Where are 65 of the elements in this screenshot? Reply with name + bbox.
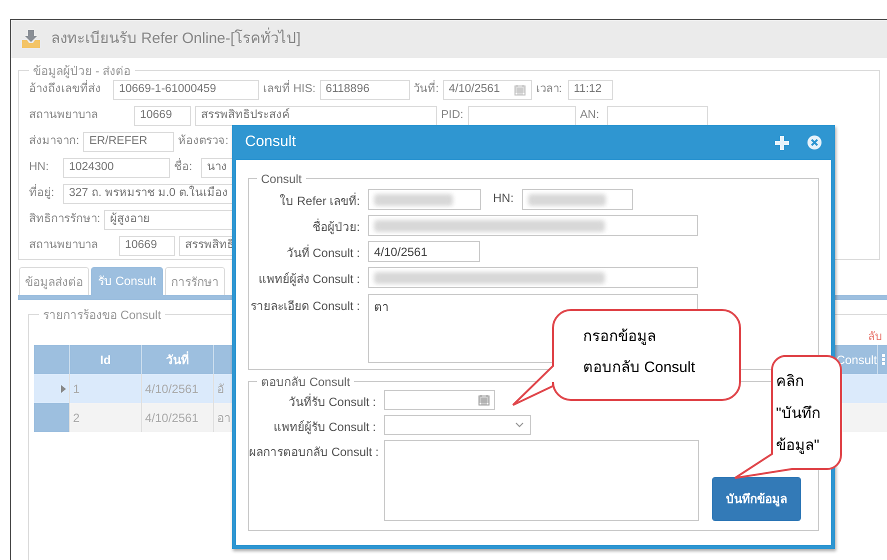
input-field[interactable]: 6118896 (320, 80, 410, 100)
input-field[interactable] (368, 189, 481, 210)
date-value: 4/10/2561 (448, 82, 500, 98)
field-label: เลขที่ HIS: (263, 81, 316, 99)
field-label: สิทธิการรักษา: (29, 212, 100, 228)
group-legend: ข้อมูลผู้ป่วย - ส่งต่อ (29, 62, 135, 80)
close-icon[interactable] (807, 135, 822, 150)
field-label: HN: (29, 160, 50, 176)
tab[interactable]: ข้อมูลส่งต่อ (19, 267, 89, 295)
table-cell-text: อา (217, 410, 231, 426)
field-label: ห้องตรวจ: (178, 134, 228, 150)
field-label: เวลา: (536, 82, 563, 98)
field-label: ใบ Refer เลขที่: (278, 192, 360, 210)
field-label: แพทย์ผู้รับ Consult : (272, 419, 376, 436)
calendar-icon[interactable] (514, 84, 526, 96)
input-field[interactable]: 10669 (134, 106, 191, 126)
field-label: AN: (580, 108, 600, 124)
calendar-icon[interactable] (478, 394, 490, 406)
field-label: สถานพยาบาล (29, 238, 99, 254)
field-label: วันที่ Consult : (285, 244, 360, 262)
field-label: แพทย์ผู้ส่ง Consult : (257, 271, 360, 288)
dropdown[interactable] (384, 415, 531, 435)
current-row-icon (61, 384, 66, 392)
note-text: ลับ (868, 330, 882, 344)
table-cell-text: 4/10/2561 (145, 380, 198, 398)
field-label: ชื่อ: (174, 159, 197, 177)
field-label: PID: (441, 108, 464, 124)
input-field[interactable]: 10669 (119, 236, 175, 256)
field-label: ส่งมาจาก: (29, 134, 80, 150)
field-label: ชื่อผู้ป่วย: (312, 218, 360, 236)
tab[interactable]: การรักษา (165, 267, 226, 295)
field-label: วันที่รับ Consult : (287, 392, 376, 411)
input-field[interactable]: 4/10/2561 (368, 241, 480, 262)
chevron-down-icon (515, 422, 524, 428)
field-label: HN: (493, 190, 514, 207)
input-field[interactable] (468, 106, 576, 126)
input-field[interactable]: ER/REFER (83, 132, 174, 152)
table-cell-text: 1 (73, 380, 80, 398)
input-field[interactable] (607, 106, 708, 126)
input-field[interactable]: สรรพสิทธิประสงค์ (195, 106, 437, 126)
date-field[interactable]: 4/10/2561 (442, 80, 532, 100)
input-field[interactable]: 11:12 (568, 80, 613, 100)
save-button[interactable]: บันทึกข้อมูล (712, 477, 801, 521)
input-field[interactable] (368, 267, 698, 288)
field-label: วันที่: (414, 81, 439, 99)
plus-icon[interactable] (774, 134, 790, 150)
input-field[interactable] (368, 215, 698, 236)
field-label: อ้างถึงเลขที่ส่ง (29, 81, 109, 99)
input-field[interactable] (522, 189, 633, 210)
field-label: รายละเอียด Consult : (249, 298, 360, 315)
callout-text: คลิก "บันทึก ข้อมูล" (776, 372, 820, 456)
input-field[interactable]: 1024300 (63, 158, 170, 178)
table-cell-text: 4/10/2561 (145, 410, 198, 426)
field-label: สถานพยาบาล (29, 108, 99, 124)
page-title: ลงทะเบียนรับ Refer Online-[โรคทั่วไป] (51, 28, 301, 49)
field-label: ผลการตอบกลับ Consult : (249, 444, 376, 461)
table-cell-text: อั (217, 380, 224, 398)
date-field[interactable] (384, 390, 495, 410)
dialog-title: Consult (245, 132, 296, 152)
text-area[interactable] (384, 440, 699, 521)
download-tray-icon (21, 29, 41, 49)
table-cell-text: 2 (73, 410, 80, 426)
column-menu-icon[interactable] (882, 354, 884, 365)
input-field[interactable]: 10669-1-61000459 (113, 80, 259, 100)
field-label: ที่อยู่: (29, 185, 59, 203)
